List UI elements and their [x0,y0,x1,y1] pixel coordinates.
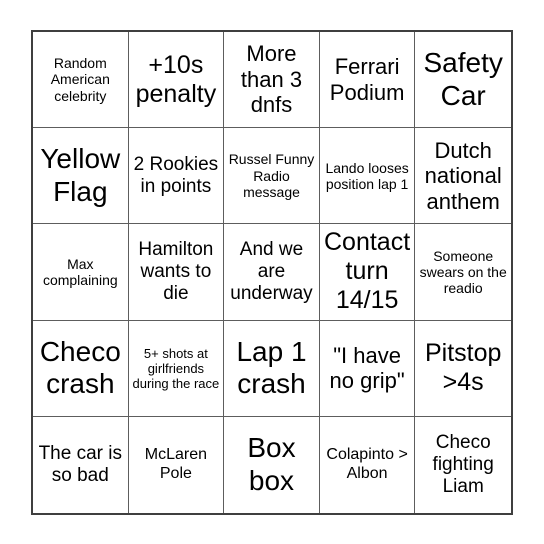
bingo-cell-label: Lap 1 crash [236,335,307,400]
bingo-cell-label: Checo fighting Liam [432,431,494,497]
bingo-cell[interactable]: "I have no grip" [319,320,416,417]
bingo-cell-label: Max complaining [42,255,118,288]
bingo-cell[interactable]: McLaren Pole [128,416,225,513]
bingo-cell[interactable]: Someone swears on the readio [415,224,511,321]
bingo-cell-label: Pitstop >4s [424,339,502,397]
bingo-cell-label: Someone swears on the readio [419,247,507,297]
bingo-cell-label: Checo crash [39,335,121,400]
bingo-cell-label: Russel Funny Radio message [228,151,315,200]
bingo-cell[interactable]: Contact turn 14/15 [319,224,416,321]
bingo-cell[interactable]: Max complaining [33,224,129,321]
bingo-cell[interactable]: Lando looses position lap 1 [319,128,416,225]
bingo-cell[interactable]: The car is so bad [33,416,129,513]
bingo-cell-label: Yellow Flag [40,143,121,207]
bingo-cell[interactable]: Hamilton wants to die [128,224,225,321]
bingo-cell[interactable]: Checo fighting Liam [415,416,511,513]
bingo-cell-label: Dutch national anthem [424,137,502,214]
bingo-cell[interactable]: Random American celebrity [33,32,129,129]
bingo-cell-label: Contact turn 14/15 [324,228,411,315]
bingo-cell-label: More than 3 dnfs [240,41,303,118]
bingo-cell-label: Box box [247,432,296,496]
bingo-cell[interactable]: 5+ shots at girlfriends during the race [128,320,225,417]
bingo-cell[interactable]: Colapinto > Albon [319,416,416,513]
bingo-cell[interactable]: Ferrari Podium [319,32,416,129]
bingo-cell-label: Random American celebrity [50,55,110,104]
bingo-cell[interactable]: 2 Rookies in points [128,128,225,225]
bingo-cell[interactable]: More than 3 dnfs [224,32,320,129]
bingo-cell-label: 2 Rookies in points [133,153,219,197]
bingo-cell[interactable]: Checo crash [33,320,129,417]
bingo-cell-label: Safety Car [423,47,503,111]
bingo-cell[interactable]: And we are underway [224,224,320,321]
bingo-cell[interactable]: Dutch national anthem [415,128,511,225]
bingo-cell-label: Hamilton wants to die [138,238,214,304]
bingo-cell-label: McLaren Pole [144,446,208,482]
bingo-cell[interactable]: Lap 1 crash [224,320,320,417]
bingo-cell[interactable]: Russel Funny Radio message [224,128,320,225]
bingo-cell-label: And we are underway [230,238,313,304]
bingo-cell[interactable]: +10s penalty [128,32,225,129]
bingo-cell-label: Lando looses position lap 1 [325,159,409,192]
bingo-cell-label: "I have no grip" [329,342,405,394]
bingo-cell[interactable]: Yellow Flag [33,128,129,225]
bingo-cell-label: Colapinto > Albon [326,446,408,482]
bingo-cell[interactable]: Pitstop >4s [415,320,511,417]
bingo-cell-label: +10s penalty [135,50,217,108]
bingo-cell[interactable]: Safety Car [415,32,511,129]
bingo-card: Random American celebrity +10s penalty Mor… [31,30,513,515]
bingo-cell-label: The car is so bad [38,442,122,486]
bingo-cell[interactable]: Box box [224,416,320,513]
bingo-cell-label: 5+ shots at girlfriends during the race [132,345,220,391]
bingo-cell-label: Ferrari Podium [329,54,405,105]
